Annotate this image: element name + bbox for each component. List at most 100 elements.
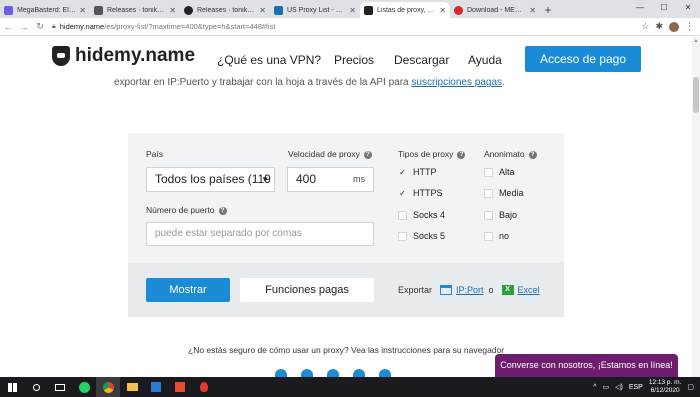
window-controls: — ☐ ✕ — [628, 0, 700, 16]
checkbox-box — [398, 231, 407, 241]
intro-text: exportar en IP:Puerto y trabajar con la … — [114, 77, 505, 88]
clock[interactable]: 12:13 p. m. 6/12/2020 — [649, 379, 682, 395]
search-icon[interactable] — [24, 377, 48, 397]
speed-unit: ms — [353, 174, 365, 184]
help-icon[interactable]: ? — [363, 150, 372, 159]
browser-tab[interactable]: Download - MEGA 94% ✕ — [450, 2, 540, 18]
address-bar: ← → ↻ 🔒︎ hidemy.name /es/proxy-list/?max… — [0, 18, 700, 36]
browser-icon[interactable] — [353, 369, 365, 377]
extensions-icon[interactable]: ✱ — [655, 21, 663, 32]
profile-icon[interactable] — [669, 21, 679, 32]
minimize-icon[interactable]: — — [628, 0, 652, 16]
red-app-icon[interactable] — [168, 377, 192, 397]
video-editor-icon[interactable] — [144, 377, 168, 397]
chevron-up-icon[interactable]: ^ — [593, 384, 596, 391]
help-icon[interactable]: ? — [457, 150, 466, 159]
browser-tab[interactable]: MegaBasterd: El progr ✕ — [0, 2, 90, 18]
speed-input[interactable]: 400 ms — [287, 167, 374, 192]
close-window-icon[interactable]: ✕ — [676, 0, 700, 16]
country-select-value: Todos los países (119 — [155, 172, 271, 186]
intro-body: exportar en IP:Puerto y trabajar con la … — [114, 77, 412, 88]
browser-tab[interactable]: Releases · tonikelope/m ✕ — [180, 2, 270, 18]
browser-tab[interactable]: US Proxy List - Free Pro ✕ — [270, 2, 360, 18]
country-label: País — [146, 149, 164, 159]
language-indicator[interactable]: ESP — [629, 384, 643, 391]
tab-title: Listas de proxy, una u — [377, 6, 436, 14]
anon-checkbox-bajo[interactable]: Bajo — [484, 210, 517, 220]
show-button[interactable]: Mostrar — [146, 278, 230, 302]
excel-icon: X — [501, 285, 514, 295]
browser-icon[interactable] — [301, 369, 313, 377]
chrome-icon[interactable] — [96, 377, 120, 397]
tab-favicon-icon — [454, 5, 463, 15]
whatsapp-icon[interactable] — [72, 377, 96, 397]
help-icon[interactable]: ? — [218, 206, 227, 215]
close-icon[interactable]: ✕ — [79, 6, 86, 15]
url-host: hidemy.name — [59, 22, 105, 31]
tab-favicon-icon — [184, 5, 193, 15]
windows-start-icon[interactable] — [0, 377, 24, 397]
flame-app-icon[interactable] — [192, 377, 216, 397]
browser-tab-active[interactable]: Listas de proxy, una u ✕ — [360, 2, 450, 18]
close-icon[interactable]: ✕ — [259, 6, 266, 15]
volume-icon[interactable]: ◁) — [615, 383, 623, 391]
chat-widget-button[interactable]: Converse con nosotros, ¡Estamos en línea… — [495, 354, 678, 377]
browser-tab[interactable]: Releases · tonikelope/m ✕ — [90, 2, 180, 18]
port-input[interactable]: puede estar separado por comas — [146, 222, 374, 246]
nav-link-descargar[interactable]: Descargar — [394, 53, 449, 67]
type-checkbox-http[interactable]: ✓ HTTP — [398, 167, 436, 177]
type-checkbox-https[interactable]: ✓ HTTPS — [398, 188, 442, 198]
type-checkbox-socks4[interactable]: Socks 4 — [398, 210, 445, 220]
nav-link-precios[interactable]: Precios — [334, 53, 374, 67]
close-icon[interactable]: ✕ — [349, 6, 356, 15]
nav-link-vpn[interactable]: ¿Qué es una VPN? — [217, 53, 321, 67]
checkbox-box — [484, 210, 493, 220]
close-icon[interactable]: ✕ — [529, 6, 536, 15]
browser-icons-row — [275, 369, 391, 377]
port-label: Número de puerto? — [146, 205, 227, 215]
close-icon[interactable]: ✕ — [439, 6, 446, 15]
task-view-icon[interactable] — [48, 377, 72, 397]
network-icon[interactable]: ▭ — [602, 383, 609, 391]
system-tray: ^ ▭ ◁) ESP 12:13 p. m. 6/12/2020 ▢ — [593, 377, 694, 397]
nav-link-ayuda[interactable]: Ayuda — [468, 53, 502, 67]
url-field[interactable]: 🔒︎ hidemy.name /es/proxy-list/?maxtime=4… — [52, 22, 641, 31]
notifications-icon[interactable]: ▢ — [687, 383, 694, 391]
scroll-up-icon[interactable]: ▲ — [692, 38, 700, 44]
reload-icon[interactable]: ↻ — [32, 21, 48, 32]
type-checkbox-socks5[interactable]: Socks 5 — [398, 231, 445, 241]
page-scrollbar[interactable]: ▲ — [692, 37, 700, 377]
star-icon[interactable]: ☆ — [641, 21, 649, 32]
close-icon[interactable]: ✕ — [169, 6, 176, 15]
country-select[interactable]: Todos los países (119 ▼ — [146, 167, 275, 192]
subscriptions-link[interactable]: suscripciones pagas — [411, 77, 502, 88]
menu-icon[interactable]: ⋮ — [685, 21, 694, 32]
anon-checkbox-alta[interactable]: Alta — [484, 167, 515, 177]
paid-access-button[interactable]: Acceso de pago — [525, 46, 641, 72]
site-logo[interactable]: hidemy.name — [52, 45, 195, 67]
new-tab-button[interactable]: + — [540, 2, 556, 18]
forward-icon[interactable]: → — [16, 22, 32, 32]
tab-favicon-icon — [274, 5, 283, 15]
anon-checkbox-media[interactable]: Media — [484, 188, 524, 198]
export-or: o — [488, 285, 494, 295]
browser-icon[interactable] — [327, 369, 339, 377]
anon-checkbox-no[interactable]: no — [484, 231, 509, 241]
export-ipport-link[interactable]: IP:Port — [456, 285, 484, 295]
export-excel-link[interactable]: Excel — [518, 285, 540, 295]
browser-tab-bar: MegaBasterd: El progr ✕ Releases · tonik… — [0, 0, 700, 18]
paid-features-button[interactable]: Funciones pagas — [240, 278, 374, 302]
proxy-types-label: Tipos de proxy? — [398, 149, 466, 159]
scrollbar-thumb[interactable] — [693, 77, 699, 113]
help-icon[interactable]: ? — [528, 150, 537, 159]
browser-icon[interactable] — [379, 369, 391, 377]
toolbar-actions: ☆ ✱ ⋮ — [641, 21, 694, 32]
back-icon[interactable]: ← — [0, 22, 16, 32]
port-placeholder: puede estar separado por comas — [155, 228, 302, 239]
logo-text: hidemy.name — [75, 45, 196, 66]
tab-title: MegaBasterd: El progr — [17, 6, 76, 14]
proxy-filter-panel: País Todos los países (119 ▼ Velocidad d… — [128, 133, 564, 317]
file-explorer-icon[interactable] — [120, 377, 144, 397]
maximize-icon[interactable]: ☐ — [652, 0, 676, 16]
browser-icon[interactable] — [275, 369, 287, 377]
